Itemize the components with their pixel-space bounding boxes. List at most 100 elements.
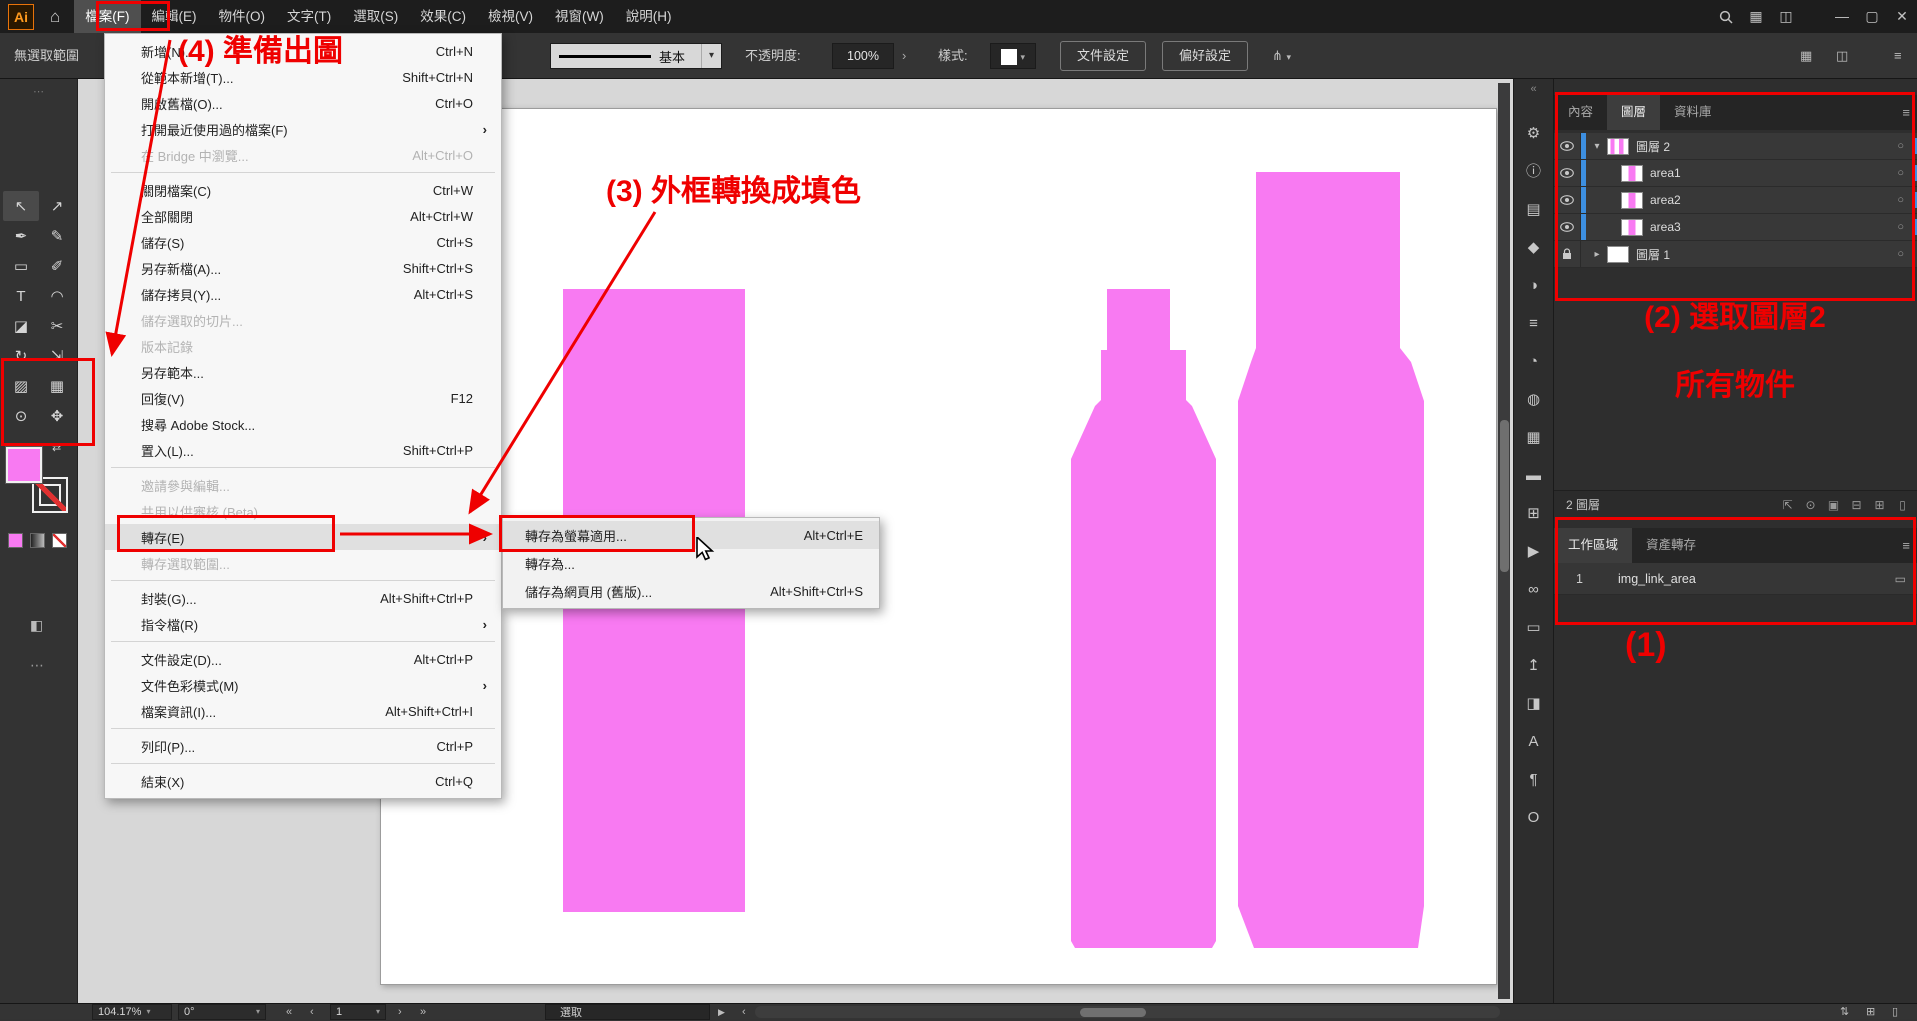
scissors-tool-icon[interactable]: ✂ — [39, 311, 75, 341]
file-menu-item[interactable]: 新增(N)... Ctrl+N › — [105, 38, 501, 64]
layer-thumbnail[interactable] — [1621, 165, 1643, 182]
selection-tool-icon[interactable]: ↖ — [3, 191, 39, 221]
control-menu-icon[interactable]: ≡ — [1894, 33, 1902, 79]
artboard-number-select[interactable]: 1 ▾ — [330, 1004, 386, 1020]
expand-chevron-icon[interactable]: ▸ — [1589, 249, 1605, 260]
color-icon[interactable]: ◆ — [1528, 229, 1540, 267]
visibility-toggle[interactable] — [1554, 160, 1581, 186]
file-menu-item[interactable]: 另存新檔(A)... Shift+Ctrl+S › — [105, 255, 501, 281]
asset-export-icon[interactable]: ↥ — [1527, 647, 1540, 685]
panel-tab[interactable]: 內容 — [1554, 95, 1607, 130]
menubar-item[interactable]: 檔案(F) — [74, 0, 140, 33]
brushes-icon[interactable]: ▬ — [1526, 457, 1541, 495]
visibility-toggle[interactable] — [1554, 133, 1581, 159]
pencil-tool-icon[interactable]: ✐ — [39, 251, 75, 281]
scale-tool-icon[interactable]: ⇲ — [39, 341, 75, 371]
preferences-button[interactable]: 偏好設定 — [1162, 41, 1248, 71]
actions-icon[interactable]: ▶ — [1528, 533, 1540, 571]
panel-tab[interactable]: 資料庫 — [1660, 95, 1726, 130]
file-menu-item[interactable]: 封裝(G)... Alt+Shift+Ctrl+P › — [105, 585, 501, 611]
gradient-icon[interactable]: ◑ — [1529, 267, 1538, 305]
vertical-scrollbar[interactable] — [1498, 83, 1510, 999]
sphere-icon[interactable]: ◍ — [1527, 381, 1540, 419]
style-swatch-select[interactable]: ▾ — [990, 43, 1036, 69]
pen-tool-icon[interactable]: ✒ — [3, 221, 39, 251]
file-menu-item[interactable]: 版本記錄 › — [105, 333, 501, 359]
mesh-tool-icon[interactable]: ▦ — [39, 371, 75, 401]
panel-tab[interactable]: 工作區域 — [1554, 528, 1632, 563]
file-menu-item[interactable]: 列印(P)... Ctrl+P › — [105, 733, 501, 759]
menubar-item[interactable]: 選取(S) — [342, 0, 409, 33]
menubar-item[interactable]: 視窗(W) — [544, 0, 615, 33]
target-circle-icon[interactable] — [1897, 248, 1904, 260]
panel-menu-icon[interactable]: ≡ — [1902, 95, 1910, 130]
transparency-icon[interactable]: ◔ — [1529, 343, 1538, 381]
rotation-select[interactable]: 0° ▾ — [178, 1004, 266, 1020]
hand-tool-icon[interactable]: ✥ — [39, 401, 75, 431]
layer-thumbnail[interactable] — [1607, 246, 1629, 263]
layer-thumbnail[interactable] — [1607, 138, 1629, 155]
file-menu-item[interactable]: 儲存(S) Ctrl+S › — [105, 229, 501, 255]
file-menu-item[interactable]: › — [105, 759, 501, 768]
visibility-toggle[interactable] — [1554, 214, 1581, 240]
brush-style-select[interactable]: 基本 ▾ — [550, 43, 722, 69]
target-circle-icon[interactable] — [1897, 221, 1904, 233]
menubar-item[interactable]: 說明(H) — [615, 0, 683, 33]
new-layer-icon[interactable]: ⊞ — [1868, 498, 1891, 512]
arrange-documents-icon[interactable]: ▦ — [1741, 0, 1771, 33]
file-menu-item[interactable]: 開啟舊檔(O)... Ctrl+O › — [105, 90, 501, 116]
document-setup-button[interactable]: 文件設定 — [1060, 41, 1146, 71]
expand-panels-icon[interactable]: « — [1514, 83, 1553, 95]
zoom-tool-icon[interactable]: ⊙ — [3, 401, 39, 431]
new-sublayer-icon[interactable]: ⊟ — [1845, 498, 1868, 512]
target-circle-icon[interactable] — [1897, 140, 1904, 152]
file-menu-item[interactable]: 文件色彩模式(M) › — [105, 672, 501, 698]
trash-icon[interactable]: ▯ — [1892, 1004, 1898, 1020]
export-submenu-item[interactable]: 儲存為網頁用 (舊版)... Alt+Shift+Ctrl+S — [503, 577, 879, 605]
menubar-item[interactable]: 檢視(V) — [477, 0, 544, 33]
zoom-select[interactable]: 104.17% ▾ — [92, 1004, 172, 1020]
none-mode-button[interactable] — [52, 533, 67, 548]
layer-row[interactable]: area3 — [1554, 214, 1917, 241]
vertical-scrollbar-thumb[interactable] — [1500, 420, 1509, 572]
horizontal-scrollbar[interactable] — [755, 1006, 1500, 1018]
visibility-toggle[interactable] — [1554, 241, 1581, 267]
links-icon[interactable]: ∞ — [1528, 571, 1539, 609]
file-menu-item[interactable]: 儲存拷貝(Y)... Alt+Ctrl+S › — [105, 281, 501, 307]
file-menu-item[interactable]: 儲存選取的切片... › — [105, 307, 501, 333]
previous-artboard-icon[interactable]: ‹ — [310, 1004, 314, 1020]
select-similar-icon[interactable]: ⋔ ▾ — [1272, 33, 1291, 80]
pink-bottle-shape-1[interactable] — [1071, 289, 1216, 948]
file-menu-item[interactable]: 文件設定(D)... Alt+Ctrl+P › — [105, 646, 501, 672]
minimize-button[interactable]: — — [1827, 0, 1857, 33]
expand-chevron-icon[interactable]: ▾ — [1589, 141, 1605, 152]
chevron-right-icon[interactable]: › — [902, 33, 906, 79]
layer-name[interactable]: 圖層 1 — [1636, 246, 1897, 263]
layer-name[interactable]: area2 — [1650, 193, 1897, 207]
file-menu-item[interactable]: › — [105, 576, 501, 585]
artboards-icon[interactable]: ▭ — [1526, 609, 1540, 647]
menubar-item[interactable]: 物件(O) — [208, 0, 277, 33]
artboard-name[interactable]: img_link_area — [1618, 572, 1895, 586]
panel-menu-icon[interactable]: ≡ — [1902, 528, 1910, 563]
export-submenu-item[interactable]: 轉存為螢幕適用... Alt+Ctrl+E — [503, 521, 879, 549]
visibility-toggle[interactable] — [1554, 187, 1581, 213]
layer-row[interactable]: ▸ 圖層 1 — [1554, 241, 1917, 268]
close-button[interactable]: ✕ — [1887, 0, 1917, 33]
collect-export-icon[interactable]: ⇱ — [1776, 498, 1799, 512]
horizontal-scrollbar-thumb[interactable] — [1080, 1008, 1146, 1017]
swatches-icon[interactable]: ▦ — [1526, 419, 1540, 457]
layer-name[interactable]: area3 — [1650, 220, 1897, 234]
file-menu-item[interactable]: 打開最近使用過的檔案(F) › — [105, 116, 501, 142]
fill-color-swatch[interactable] — [6, 447, 42, 483]
color-mode-button[interactable] — [8, 533, 23, 548]
file-menu-item[interactable]: 指令檔(R) › — [105, 611, 501, 637]
file-menu-item[interactable]: 從範本新增(T)... Shift+Ctrl+N › — [105, 64, 501, 90]
panel-tab[interactable]: 圖層 — [1607, 95, 1660, 130]
file-menu-item[interactable]: 關閉檔案(C) Ctrl+W › — [105, 177, 501, 203]
file-menu-item[interactable]: 轉存(E) › — [105, 524, 501, 550]
toolbar-drag-handle[interactable]: ⋯ — [0, 85, 77, 98]
file-menu-item[interactable]: › — [105, 463, 501, 472]
curvature-tool-icon[interactable]: ◠ — [39, 281, 75, 311]
clipping-mask-icon[interactable]: ▣ — [1822, 498, 1845, 512]
